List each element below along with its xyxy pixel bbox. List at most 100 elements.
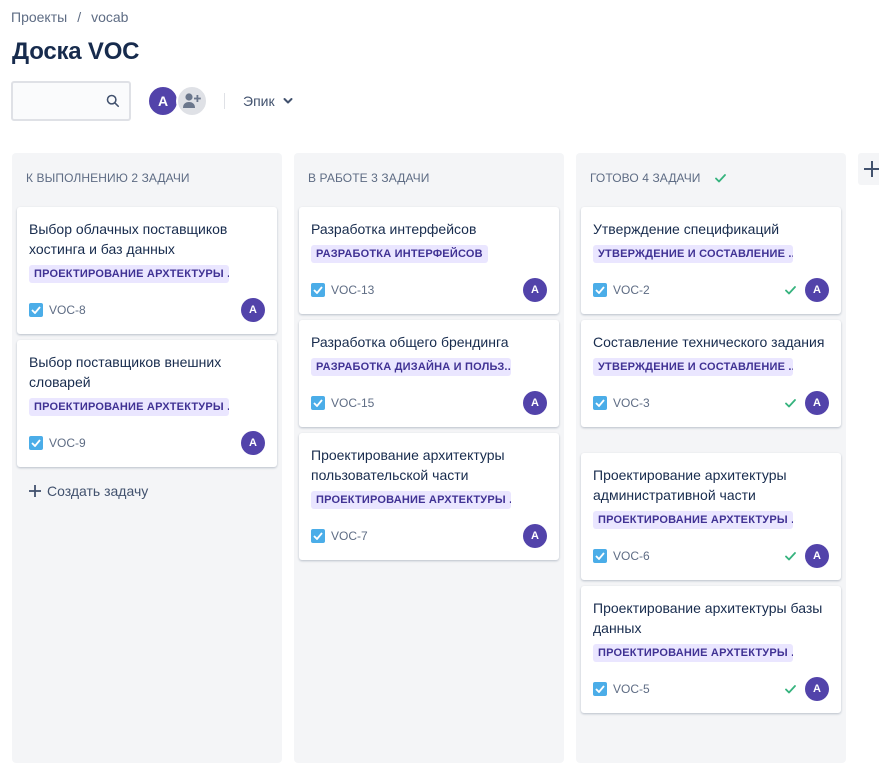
- resolved-check-icon: [785, 551, 796, 560]
- issue-card[interactable]: Утверждение спецификаций УТВЕРЖДЕНИЕ И С…: [581, 207, 841, 314]
- issue-key[interactable]: VOC-5: [613, 682, 650, 696]
- issue-card[interactable]: Проектирование архитектуры административ…: [581, 453, 841, 580]
- issue-card[interactable]: Проектирование архитектуры пользовательс…: [299, 433, 559, 560]
- column-header-label: В РАБОТЕ 3 ЗАДАЧИ: [308, 171, 430, 185]
- assignee-avatar[interactable]: A: [805, 278, 829, 302]
- issue-summary: Проектирование архитектуры административ…: [593, 467, 787, 503]
- task-type-icon: [593, 396, 607, 410]
- epic-badge: УТВЕРЖДЕНИЕ И СОСТАВЛЕНИЕ ...: [593, 245, 793, 263]
- card-footer: VOC-3 A: [593, 391, 829, 415]
- issue-key[interactable]: VOC-3: [613, 396, 650, 410]
- issue-summary: Разработка интерфейсов: [311, 221, 477, 237]
- issue-summary: Выбор облачных поставщиков хостинга и ба…: [29, 221, 228, 257]
- column-header-label: К ВЫПОЛНЕНИЮ 2 ЗАДАЧИ: [26, 171, 190, 185]
- card-footer: VOC-13 A: [311, 278, 547, 302]
- card-footer: VOC-2 A: [593, 278, 829, 302]
- task-type-icon: [311, 529, 325, 543]
- card-footer: VOC-5 A: [593, 677, 829, 701]
- column-header: В РАБОТЕ 3 ЗАДАЧИ: [308, 171, 429, 185]
- column-header: К ВЫПОЛНЕНИЮ 2 ЗАДАЧИ: [26, 171, 190, 185]
- card-footer-right: A: [241, 431, 265, 455]
- search-icon: [106, 94, 120, 108]
- card-footer: VOC-9 A: [29, 431, 265, 455]
- card-footer-right: A: [785, 391, 829, 415]
- card-footer-right: A: [785, 677, 829, 701]
- toolbar-divider: [224, 93, 225, 109]
- plus-icon: [29, 485, 41, 497]
- issue-key[interactable]: VOC-8: [49, 303, 86, 317]
- plus-icon: [864, 161, 879, 177]
- issue-summary: Выбор поставщиков внешних словарей: [29, 354, 222, 390]
- breadcrumb-projects-link[interactable]: Проекты: [11, 9, 67, 25]
- card-footer: VOC-6 A: [593, 544, 829, 568]
- epic-badge: ПРОЕКТИРОВАНИЕ АРХТЕКТУРЫ ...: [593, 511, 793, 529]
- epic-badge: УТВЕРЖДЕНИЕ И СОСТАВЛЕНИЕ ...: [593, 358, 793, 376]
- issue-card[interactable]: Выбор облачных поставщиков хостинга и ба…: [17, 207, 277, 334]
- assignee-filter: A: [147, 85, 208, 117]
- create-issue-button[interactable]: Создать задачу: [29, 483, 148, 499]
- breadcrumb-separator: /: [77, 9, 82, 25]
- epic-badge: ПРОЕКТИРОВАНИЕ АРХТЕКТУРЫ ...: [29, 265, 229, 283]
- issue-summary: Проектирование архитектуры пользовательс…: [311, 447, 505, 483]
- issue-key[interactable]: VOC-9: [49, 436, 86, 450]
- assignee-avatar[interactable]: A: [805, 544, 829, 568]
- task-type-icon: [311, 396, 325, 410]
- card-footer: VOC-15 A: [311, 391, 547, 415]
- issue-card[interactable]: Разработка общего брендинга РАЗРАБОТКА Д…: [299, 320, 559, 427]
- issue-summary: Составление технического задания: [593, 334, 825, 350]
- issue-key[interactable]: VOC-7: [331, 529, 368, 543]
- done-check-icon: [714, 173, 726, 182]
- card-footer-right: A: [523, 524, 547, 548]
- epic-filter-label: Эпик: [243, 93, 275, 109]
- issue-card[interactable]: Выбор поставщиков внешних словарей ПРОЕК…: [17, 340, 277, 467]
- board-toolbar: A Эпик: [11, 81, 293, 121]
- issue-summary: Проектирование архитектуры базы данных: [593, 600, 823, 636]
- issue-card[interactable]: Составление технического задания УТВЕРЖД…: [581, 320, 841, 427]
- card-footer-right: A: [241, 298, 265, 322]
- breadcrumb-project-link[interactable]: vocab: [91, 9, 128, 25]
- create-issue-label: Создать задачу: [47, 483, 149, 499]
- assignee-avatar[interactable]: A: [805, 677, 829, 701]
- task-type-icon: [311, 283, 325, 297]
- page-title: Доска VOC: [12, 38, 140, 65]
- task-type-icon: [29, 436, 43, 450]
- column-done: ГОТОВО 4 ЗАДАЧИ Утверждение спецификаций…: [576, 153, 846, 763]
- chevron-down-icon: [283, 98, 293, 104]
- avatar[interactable]: A: [147, 85, 179, 117]
- add-people-button[interactable]: [176, 85, 208, 117]
- card-footer: VOC-7 A: [311, 524, 547, 548]
- search-box: [11, 81, 131, 121]
- resolved-check-icon: [785, 684, 796, 693]
- issue-key[interactable]: VOC-2: [613, 283, 650, 297]
- add-column-button[interactable]: [858, 153, 879, 185]
- assignee-avatar[interactable]: A: [523, 391, 547, 415]
- assignee-avatar[interactable]: A: [523, 278, 547, 302]
- issue-card[interactable]: Разработка интерфейсов РАЗРАБОТКА ИНТЕРФ…: [299, 207, 559, 314]
- assignee-avatar[interactable]: A: [805, 391, 829, 415]
- task-type-icon: [29, 303, 43, 317]
- column-header: ГОТОВО 4 ЗАДАЧИ: [590, 171, 726, 185]
- issue-summary: Утверждение спецификаций: [593, 221, 780, 237]
- task-type-icon: [593, 283, 607, 297]
- task-type-icon: [593, 549, 607, 563]
- issue-key[interactable]: VOC-13: [331, 283, 374, 297]
- card-footer-right: A: [785, 278, 829, 302]
- assignee-avatar[interactable]: A: [241, 298, 265, 322]
- issue-card[interactable]: Проектирование архитектуры базы данных П…: [581, 586, 841, 713]
- card-footer: VOC-8 A: [29, 298, 265, 322]
- epic-filter-dropdown[interactable]: Эпик: [243, 93, 293, 109]
- breadcrumb: Проекты / vocab: [11, 9, 128, 25]
- resolved-check-icon: [785, 285, 796, 294]
- issue-summary: Разработка общего брендинга: [311, 334, 509, 350]
- issue-key[interactable]: VOC-6: [613, 549, 650, 563]
- assignee-avatar[interactable]: A: [241, 431, 265, 455]
- epic-badge: РАЗРАБОТКА ИНТЕРФЕЙСОВ: [311, 245, 488, 263]
- column-in-progress: В РАБОТЕ 3 ЗАДАЧИ Разработка интерфейсов…: [294, 153, 564, 763]
- issue-key[interactable]: VOC-15: [331, 396, 374, 410]
- epic-badge: РАЗРАБОТКА ДИЗАЙНА И ПОЛЬЗ...: [311, 358, 511, 376]
- card-footer-right: A: [523, 278, 547, 302]
- epic-badge: ПРОЕКТИРОВАНИЕ АРХТЕКТУРЫ ...: [593, 644, 793, 662]
- epic-badge: ПРОЕКТИРОВАНИЕ АРХТЕКТУРЫ ...: [29, 398, 229, 416]
- epic-badge: ПРОЕКТИРОВАНИЕ АРХТЕКТУРЫ ...: [311, 491, 511, 509]
- assignee-avatar[interactable]: A: [523, 524, 547, 548]
